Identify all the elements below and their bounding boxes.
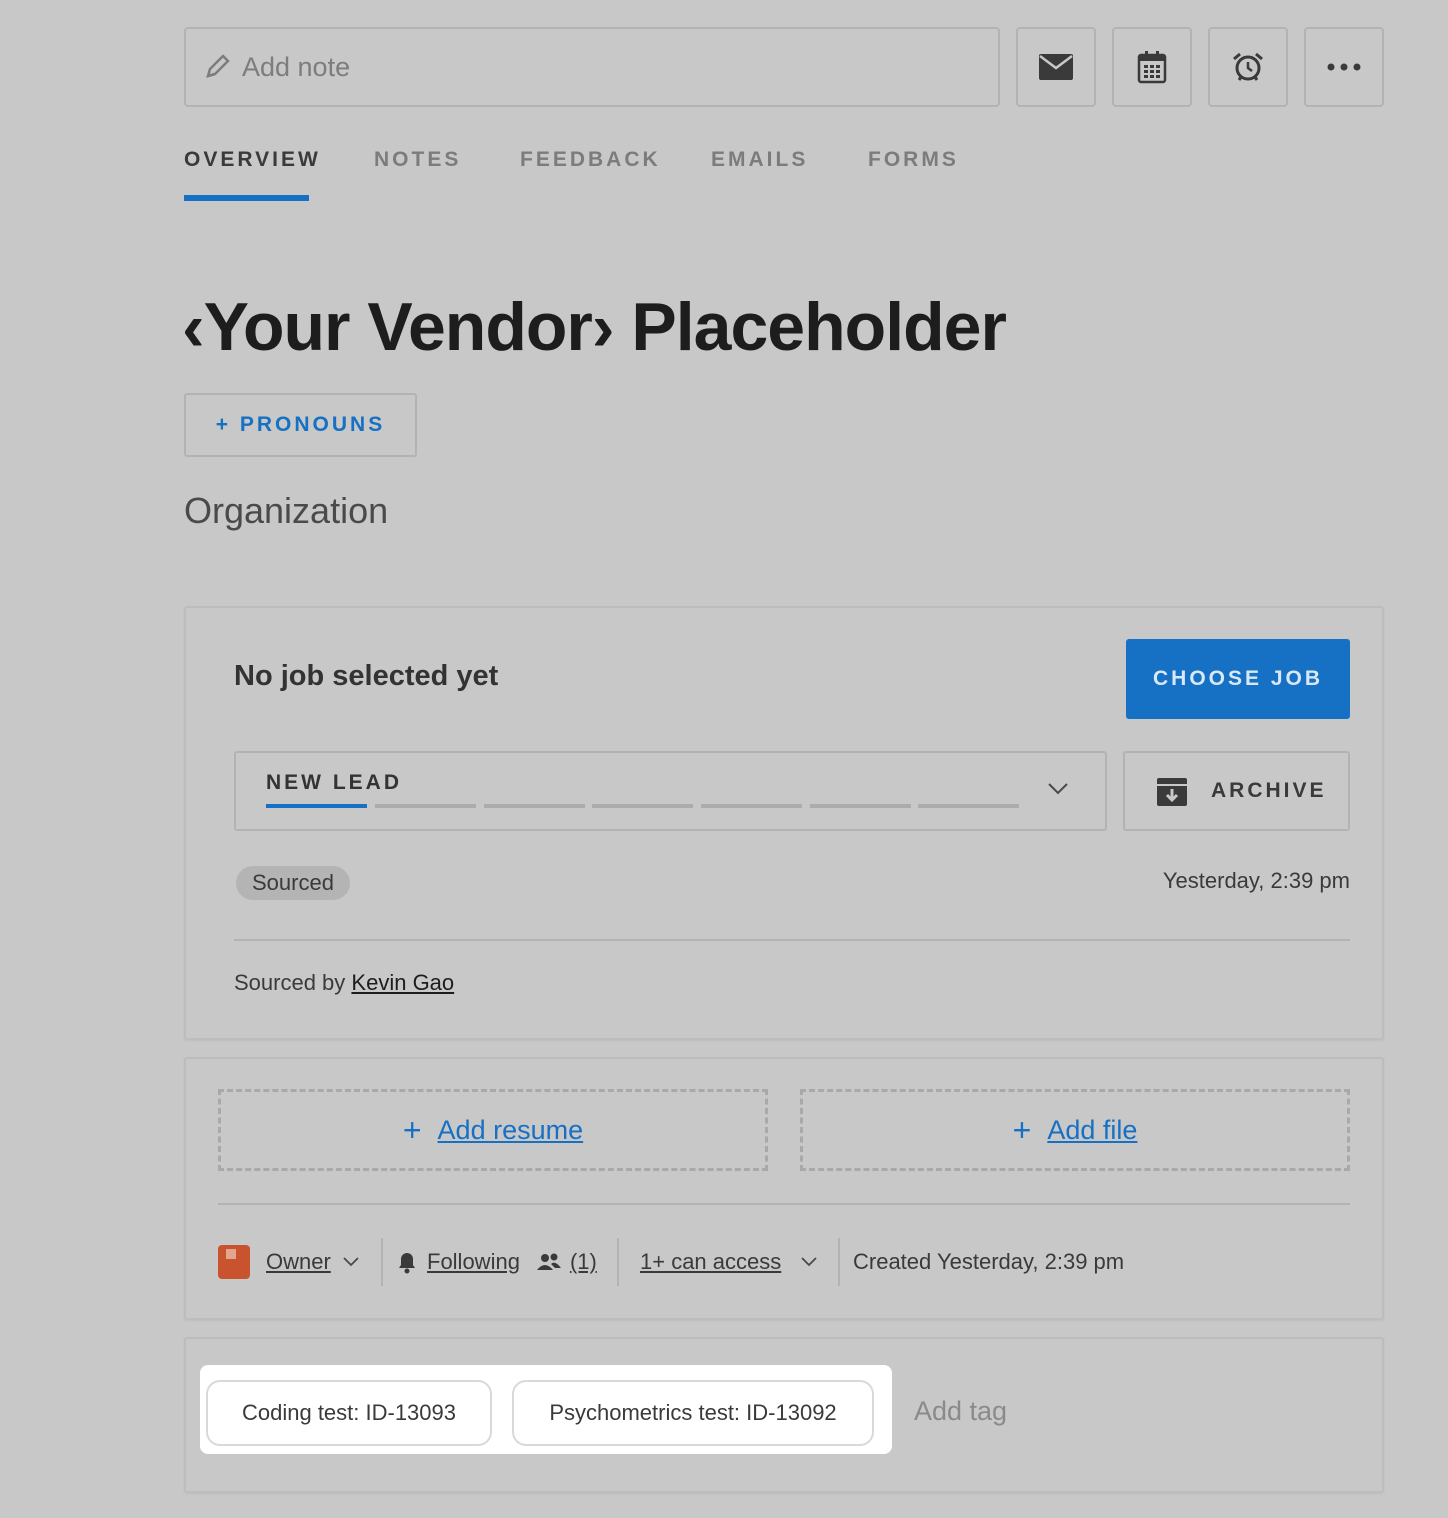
stage-progress-segment	[592, 804, 693, 808]
tag-pill[interactable]: Coding test: ID-13093	[206, 1380, 492, 1446]
pencil-icon	[206, 54, 230, 78]
created-label: Created Yesterday, 2:39 pm	[853, 1249, 1125, 1274]
separator	[381, 1238, 383, 1286]
add-tag-input[interactable]: Add tag	[914, 1396, 1007, 1427]
created-info: Created Yesterday, 2:39 pm	[853, 1240, 1124, 1284]
organization-label: Organization	[184, 490, 389, 531]
tab-forms[interactable]: FORMS	[868, 148, 959, 172]
chevron-down-icon	[343, 1257, 359, 1267]
following-control[interactable]: Following (1)	[396, 1240, 597, 1284]
avatar	[218, 1245, 250, 1279]
email-button[interactable]	[1016, 27, 1096, 107]
sourced-timestamp: Yesterday, 2:39 pm	[1162, 868, 1350, 893]
stage-label: NEW LEAD	[266, 771, 402, 794]
tab-overview[interactable]: OVERVIEW	[184, 148, 321, 172]
stage-progress-segment	[810, 804, 911, 808]
add-note-placeholder: Add note	[242, 51, 351, 82]
add-file-link[interactable]: Add file	[1047, 1115, 1137, 1146]
plus-icon: +	[402, 1112, 422, 1148]
stage-progress-segment	[701, 804, 802, 808]
divider	[218, 1203, 1350, 1205]
reminder-button[interactable]	[1208, 27, 1288, 107]
more-button[interactable]	[1304, 27, 1384, 107]
calendar-icon	[1137, 51, 1167, 84]
sourced-by-user-link[interactable]: Kevin Gao	[351, 970, 454, 995]
add-pronouns-button[interactable]: + PRONOUNS	[184, 393, 417, 457]
stage-progress-segment	[375, 804, 476, 808]
following-label[interactable]: Following	[427, 1249, 520, 1275]
active-tab-indicator	[184, 195, 309, 201]
owner-control[interactable]: Owner	[218, 1240, 359, 1284]
access-control[interactable]: 1+ can access	[640, 1240, 817, 1284]
choose-job-button[interactable]: CHOOSE JOB	[1126, 639, 1350, 719]
separator	[617, 1238, 619, 1286]
chevron-down-icon	[1048, 783, 1068, 795]
add-resume-dropzone[interactable]: + Add resume	[218, 1089, 768, 1171]
owner-label[interactable]: Owner	[266, 1249, 331, 1275]
people-icon	[536, 1253, 561, 1270]
job-status-title: No job selected yet	[234, 660, 499, 692]
tab-emails[interactable]: EMAILS	[711, 148, 808, 172]
followers-count[interactable]: (1)	[570, 1249, 597, 1275]
plus-icon: +	[1012, 1112, 1032, 1148]
bell-icon	[399, 1253, 415, 1274]
sourced-by-label: Sourced by	[234, 970, 346, 995]
more-icon	[1327, 63, 1361, 71]
archive-icon	[1157, 778, 1187, 806]
alarm-icon	[1233, 52, 1263, 81]
email-icon	[1039, 54, 1073, 80]
stage-progress-segment	[918, 804, 1019, 808]
chevron-down-icon	[801, 1257, 817, 1267]
add-resume-link[interactable]: Add resume	[438, 1115, 584, 1146]
calendar-button[interactable]	[1112, 27, 1192, 107]
separator	[838, 1238, 840, 1286]
tab-feedback[interactable]: FEEDBACK	[520, 148, 661, 172]
add-file-dropzone[interactable]: + Add file	[800, 1089, 1350, 1171]
stage-progress-segment	[266, 804, 367, 808]
stage-progress-segment	[484, 804, 585, 808]
archive-button[interactable]: ARCHIVE	[1123, 751, 1350, 831]
tag-pill[interactable]: Psychometrics test: ID-13092	[512, 1380, 874, 1446]
status-badge: Sourced	[236, 866, 350, 900]
archive-label: ARCHIVE	[1211, 779, 1327, 802]
add-note-input[interactable]: Add note	[184, 27, 1000, 107]
page-title: ‹Your Vendor› Placeholder	[182, 289, 1007, 365]
tab-notes[interactable]: NOTES	[374, 148, 461, 172]
access-label[interactable]: 1+ can access	[640, 1249, 781, 1275]
sourced-by-line: Sourced by Kevin Gao	[234, 970, 454, 996]
divider	[234, 939, 1350, 941]
